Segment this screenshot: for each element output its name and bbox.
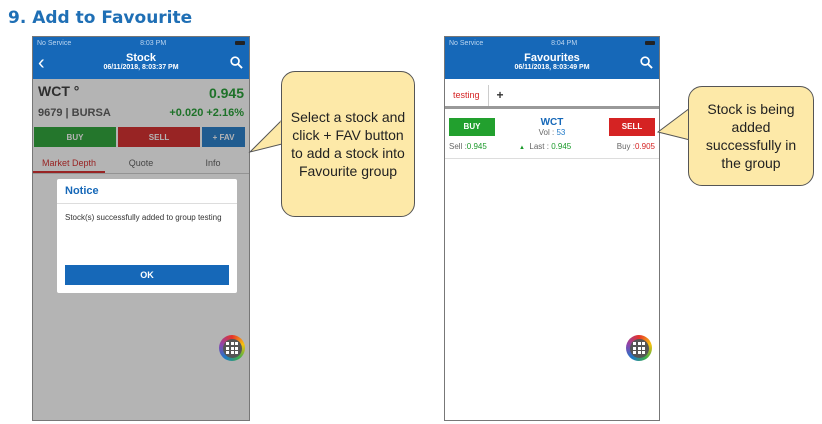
right-callout: Stock is being added successfully in the… <box>688 86 814 186</box>
nav-title: Stock <box>126 52 156 64</box>
buy-price-value: 0.905 <box>634 142 655 151</box>
favourite-stock-row[interactable]: BUY WCT Vol : 53 SELL Sell :0.945 ▲ Last… <box>445 113 659 159</box>
nav-subtitle: 06/11/2018, 8:03:37 PM <box>103 64 179 71</box>
nav-title: Favourites <box>524 52 580 64</box>
buy-price: Buy :0.905 <box>617 142 655 151</box>
menu-fab-button[interactable] <box>219 335 245 361</box>
buy-price-label: Buy : <box>616 142 635 151</box>
nav-subtitle: 06/11/2018, 8:03:49 PM <box>514 64 590 71</box>
volume-value: 53 <box>556 128 566 137</box>
right-callout-text: Stock is being added successfully in the… <box>705 101 797 171</box>
status-time: 8:03 PM <box>140 39 167 47</box>
tab-group-testing[interactable]: testing <box>445 85 489 106</box>
carrier-text: No Service <box>37 39 72 47</box>
right-phone-screen: No Service 8:04 PM Favourites 06/11/2018… <box>444 36 660 421</box>
status-bar: No Service 8:04 PM <box>445 37 659 49</box>
section-heading: 9. Add to Favourite <box>8 8 193 28</box>
sell-price: Sell :0.945 <box>449 142 487 151</box>
add-group-button[interactable]: + <box>489 85 512 106</box>
last-price: ▲ Last : 0.945 <box>519 142 571 151</box>
page: 9. Add to Favourite No Service 8:03 PM ‹… <box>0 0 822 424</box>
nav-bar: Favourites 06/11/2018, 8:03:49 PM <box>445 49 659 79</box>
last-price-value: 0.945 <box>551 142 572 151</box>
right-callout-pointer <box>656 107 692 141</box>
status-bar: No Service 8:03 PM <box>33 37 249 49</box>
modal-backdrop-top <box>33 79 249 170</box>
grid-icon <box>222 338 242 358</box>
menu-fab-button[interactable] <box>626 335 652 361</box>
sell-price-value: 0.945 <box>466 142 487 151</box>
volume-label: Vol : <box>538 128 555 137</box>
left-phone-screen: No Service 8:03 PM ‹ Stock 06/11/2018, 8… <box>32 36 250 421</box>
search-icon[interactable] <box>230 56 243 69</box>
search-icon[interactable] <box>640 56 653 69</box>
battery-icon <box>235 41 245 45</box>
back-icon[interactable]: ‹ <box>38 53 45 73</box>
grid-icon <box>629 338 649 358</box>
dialog-message: Stock(s) successfully added to group tes… <box>65 213 222 222</box>
dialog-ok-button[interactable]: OK <box>65 265 229 285</box>
up-arrow-icon: ▲ <box>519 145 525 151</box>
status-time: 8:04 PM <box>551 39 578 47</box>
nav-bar: ‹ Stock 06/11/2018, 8:03:37 PM <box>33 49 249 79</box>
left-callout-pointer <box>248 118 284 153</box>
last-price-label: Last : <box>529 142 549 151</box>
favourite-group-tabs: testing + <box>445 85 659 109</box>
sell-price-label: Sell : <box>449 142 467 151</box>
carrier-text: No Service <box>449 39 484 47</box>
battery-icon <box>645 41 655 45</box>
notice-dialog: Notice Stock(s) successfully added to gr… <box>57 179 237 293</box>
left-callout-text: Select a stock and click + FAV button to… <box>290 109 406 179</box>
left-callout: Select a stock and click + FAV button to… <box>281 71 415 217</box>
sell-button[interactable]: SELL <box>609 118 655 136</box>
dialog-title: Notice <box>57 179 237 204</box>
